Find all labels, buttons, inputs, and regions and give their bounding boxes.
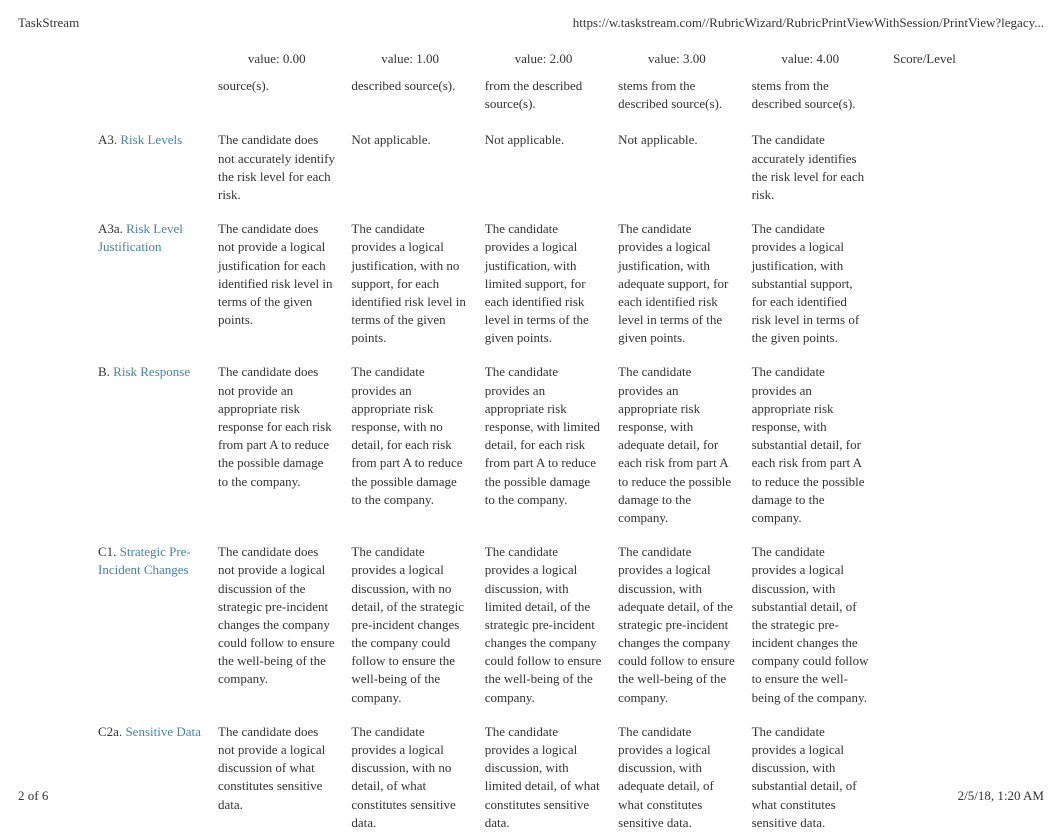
cell: The candidate provides a logical justifi… [477,212,610,355]
cell: The candidate does not provide an approp… [210,355,343,535]
cell: Not applicable. [477,123,610,212]
cell: The candidate does not provide a logical… [210,212,343,355]
cell [877,715,972,840]
cell: The candidate provides a logical justifi… [343,212,476,355]
cell: The candidate provides a logical discuss… [744,535,877,715]
cell: The candidate provides a logical discuss… [744,715,877,840]
table-row: A3. Risk LevelsThe candidate does not ac… [90,123,972,212]
header-col-6: Score/Level [877,41,972,77]
row-label-cell: A3a. Risk Level Justification [90,212,210,355]
cell: The candidate provides a logical discuss… [477,715,610,840]
row-label-cell: C1. Strategic Pre-Incident Changes [90,535,210,715]
header-col-3: value: 2.00 [477,41,610,77]
rubric-table: value: 0.00 value: 1.00 value: 2.00 valu… [90,41,972,840]
row-prefix: C2a. [98,724,125,739]
cell: Not applicable. [343,123,476,212]
cell: stems from the described source(s). [744,77,877,123]
cell: The candidate provides an appropriate ri… [343,355,476,535]
row-label-cell: C2a. Sensitive Data [90,715,210,840]
cell: from the described source(s). [477,77,610,123]
cell: The candidate provides a logical discuss… [610,715,743,840]
cell: The candidate provides a logical justifi… [744,212,877,355]
table-row: A3a. Risk Level JustificationThe candida… [90,212,972,355]
row-prefix: C1. [98,544,120,559]
row-label-cell: B. Risk Response [90,355,210,535]
footer-page: 2 of 6 [18,788,48,804]
cell: The candidate provides a logical discuss… [343,715,476,840]
table-row: C2a. Sensitive DataThe candidate does no… [90,715,972,840]
header-col-4: value: 3.00 [610,41,743,77]
cell [877,355,972,535]
cell: The candidate provides an appropriate ri… [610,355,743,535]
header-col-0 [90,41,210,77]
cell: The candidate does not provide a logical… [210,715,343,840]
cell [877,77,972,123]
header-url: https://w.taskstream.com//RubricWizard/R… [573,15,1044,31]
cell [877,535,972,715]
table-header-row: value: 0.00 value: 1.00 value: 2.00 valu… [90,41,972,77]
table-row-partial: source(s).described source(s).from the d… [90,77,972,123]
row-label-cell: A3. Risk Levels [90,123,210,212]
cell: The candidate does not accurately identi… [210,123,343,212]
row-prefix: A3a. [98,221,126,236]
table-row: C1. Strategic Pre-Incident ChangesThe ca… [90,535,972,715]
cell: The candidate provides an appropriate ri… [744,355,877,535]
cell [877,212,972,355]
table-row: B. Risk ResponseThe candidate does not p… [90,355,972,535]
cell: The candidate accurately identifies the … [744,123,877,212]
content-area: value: 0.00 value: 1.00 value: 2.00 valu… [0,41,1062,840]
header-title: TaskStream [18,15,79,31]
row-link[interactable]: Risk Response [113,364,190,379]
header-col-5: value: 4.00 [744,41,877,77]
cell: source(s). [210,77,343,123]
cell: The candidate does not provide a logical… [210,535,343,715]
header-col-1: value: 0.00 [210,41,343,77]
page-header: TaskStream https://w.taskstream.com//Rub… [0,0,1062,41]
cell: The candidate provides a logical justifi… [610,212,743,355]
cell: Not applicable. [610,123,743,212]
row-link[interactable]: Risk Levels [120,132,182,147]
cell: The candidate provides an appropriate ri… [477,355,610,535]
cell [90,77,210,123]
footer-datetime: 2/5/18, 1:20 AM [958,788,1044,804]
cell: stems from the described source(s). [610,77,743,123]
cell [877,123,972,212]
header-col-2: value: 1.00 [343,41,476,77]
cell: described source(s). [343,77,476,123]
row-prefix: B. [98,364,113,379]
cell: The candidate provides a logical discuss… [343,535,476,715]
page-footer: 2 of 6 2/5/18, 1:20 AM [18,788,1044,804]
cell: The candidate provides a logical discuss… [610,535,743,715]
row-link[interactable]: Sensitive Data [125,724,200,739]
row-prefix: A3. [98,132,120,147]
cell: The candidate provides a logical discuss… [477,535,610,715]
